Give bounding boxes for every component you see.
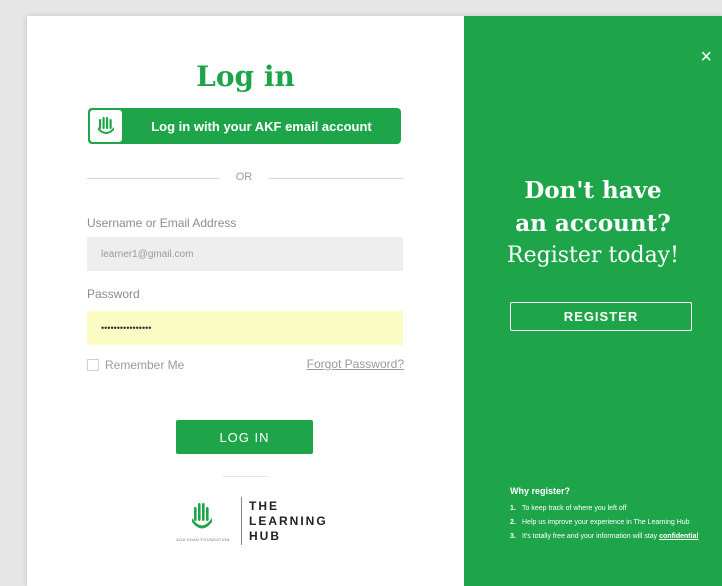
wordmark-line-1: THE [249,499,279,513]
why-register-list: 1. To keep track of where you left off 2… [510,504,700,541]
footer-divider [223,476,267,477]
or-divider-text: OR [235,171,253,183]
close-icon[interactable]: × [700,46,712,69]
sso-login-label: Log in with your AKF email account [151,118,372,134]
headline-line-2: an account? [515,210,671,237]
list-item: 1. To keep track of where you left off [510,504,700,513]
confidential-link[interactable]: confidential [659,533,698,540]
register-headline: Don't have an account? Register today! [464,174,722,272]
wordmark-line-3: HUB [249,529,281,543]
why-register-title: Why register? [510,486,571,496]
hand-logo-icon [189,501,215,538]
username-input[interactable] [87,237,403,271]
password-input[interactable] [87,311,403,345]
list-number: 1. [510,505,516,512]
register-button[interactable]: REGISTER [510,302,692,331]
password-label: Password [87,287,140,301]
list-text: It's totally free and your information w… [522,532,698,541]
login-panel: Log in Log in with your AKF email accoun… [27,16,464,586]
username-label: Username or Email Address [87,216,237,230]
page-title: Log in [196,60,295,93]
headline-line-3: Register today! [507,243,679,268]
login-button[interactable]: LOG IN [176,420,313,454]
why-register-section: Why register? 1. To keep track of where … [510,486,700,546]
learning-hub-logo: AGA KHAN FOUNDATION THE LEARNING HUB [163,497,343,557]
list-text: To keep track of where you left off [522,505,627,512]
list-text-main: It's totally free and your information w… [522,533,658,540]
list-item: 2. Help us improve your experience in Th… [510,518,700,527]
sso-login-button[interactable]: Log in with your AKF email account [88,108,401,144]
hand-logo-icon [90,110,122,142]
list-number: 2. [510,519,516,526]
learning-hub-wordmark: THE LEARNING HUB [249,499,328,544]
forgot-password-link[interactable]: Forgot Password? [307,357,404,371]
headline-line-1: Don't have [524,177,662,204]
list-item: 3. It's totally free and your informatio… [510,532,700,541]
login-modal: Log in Log in with your AKF email accoun… [27,16,722,586]
wordmark-line-2: LEARNING [249,514,328,528]
logo-separator [241,497,242,545]
remember-me-checkbox[interactable] [87,359,99,371]
remember-me-label: Remember Me [105,358,185,372]
list-text: Help us improve your experience in The L… [522,519,690,526]
foundation-name: AGA KHAN FOUNDATION [176,537,230,542]
remember-me[interactable]: Remember Me [87,358,184,372]
divider-left [87,178,219,179]
register-panel: × Don't have an account? Register today!… [464,16,722,586]
list-number: 3. [510,533,516,540]
divider-right [269,178,403,179]
